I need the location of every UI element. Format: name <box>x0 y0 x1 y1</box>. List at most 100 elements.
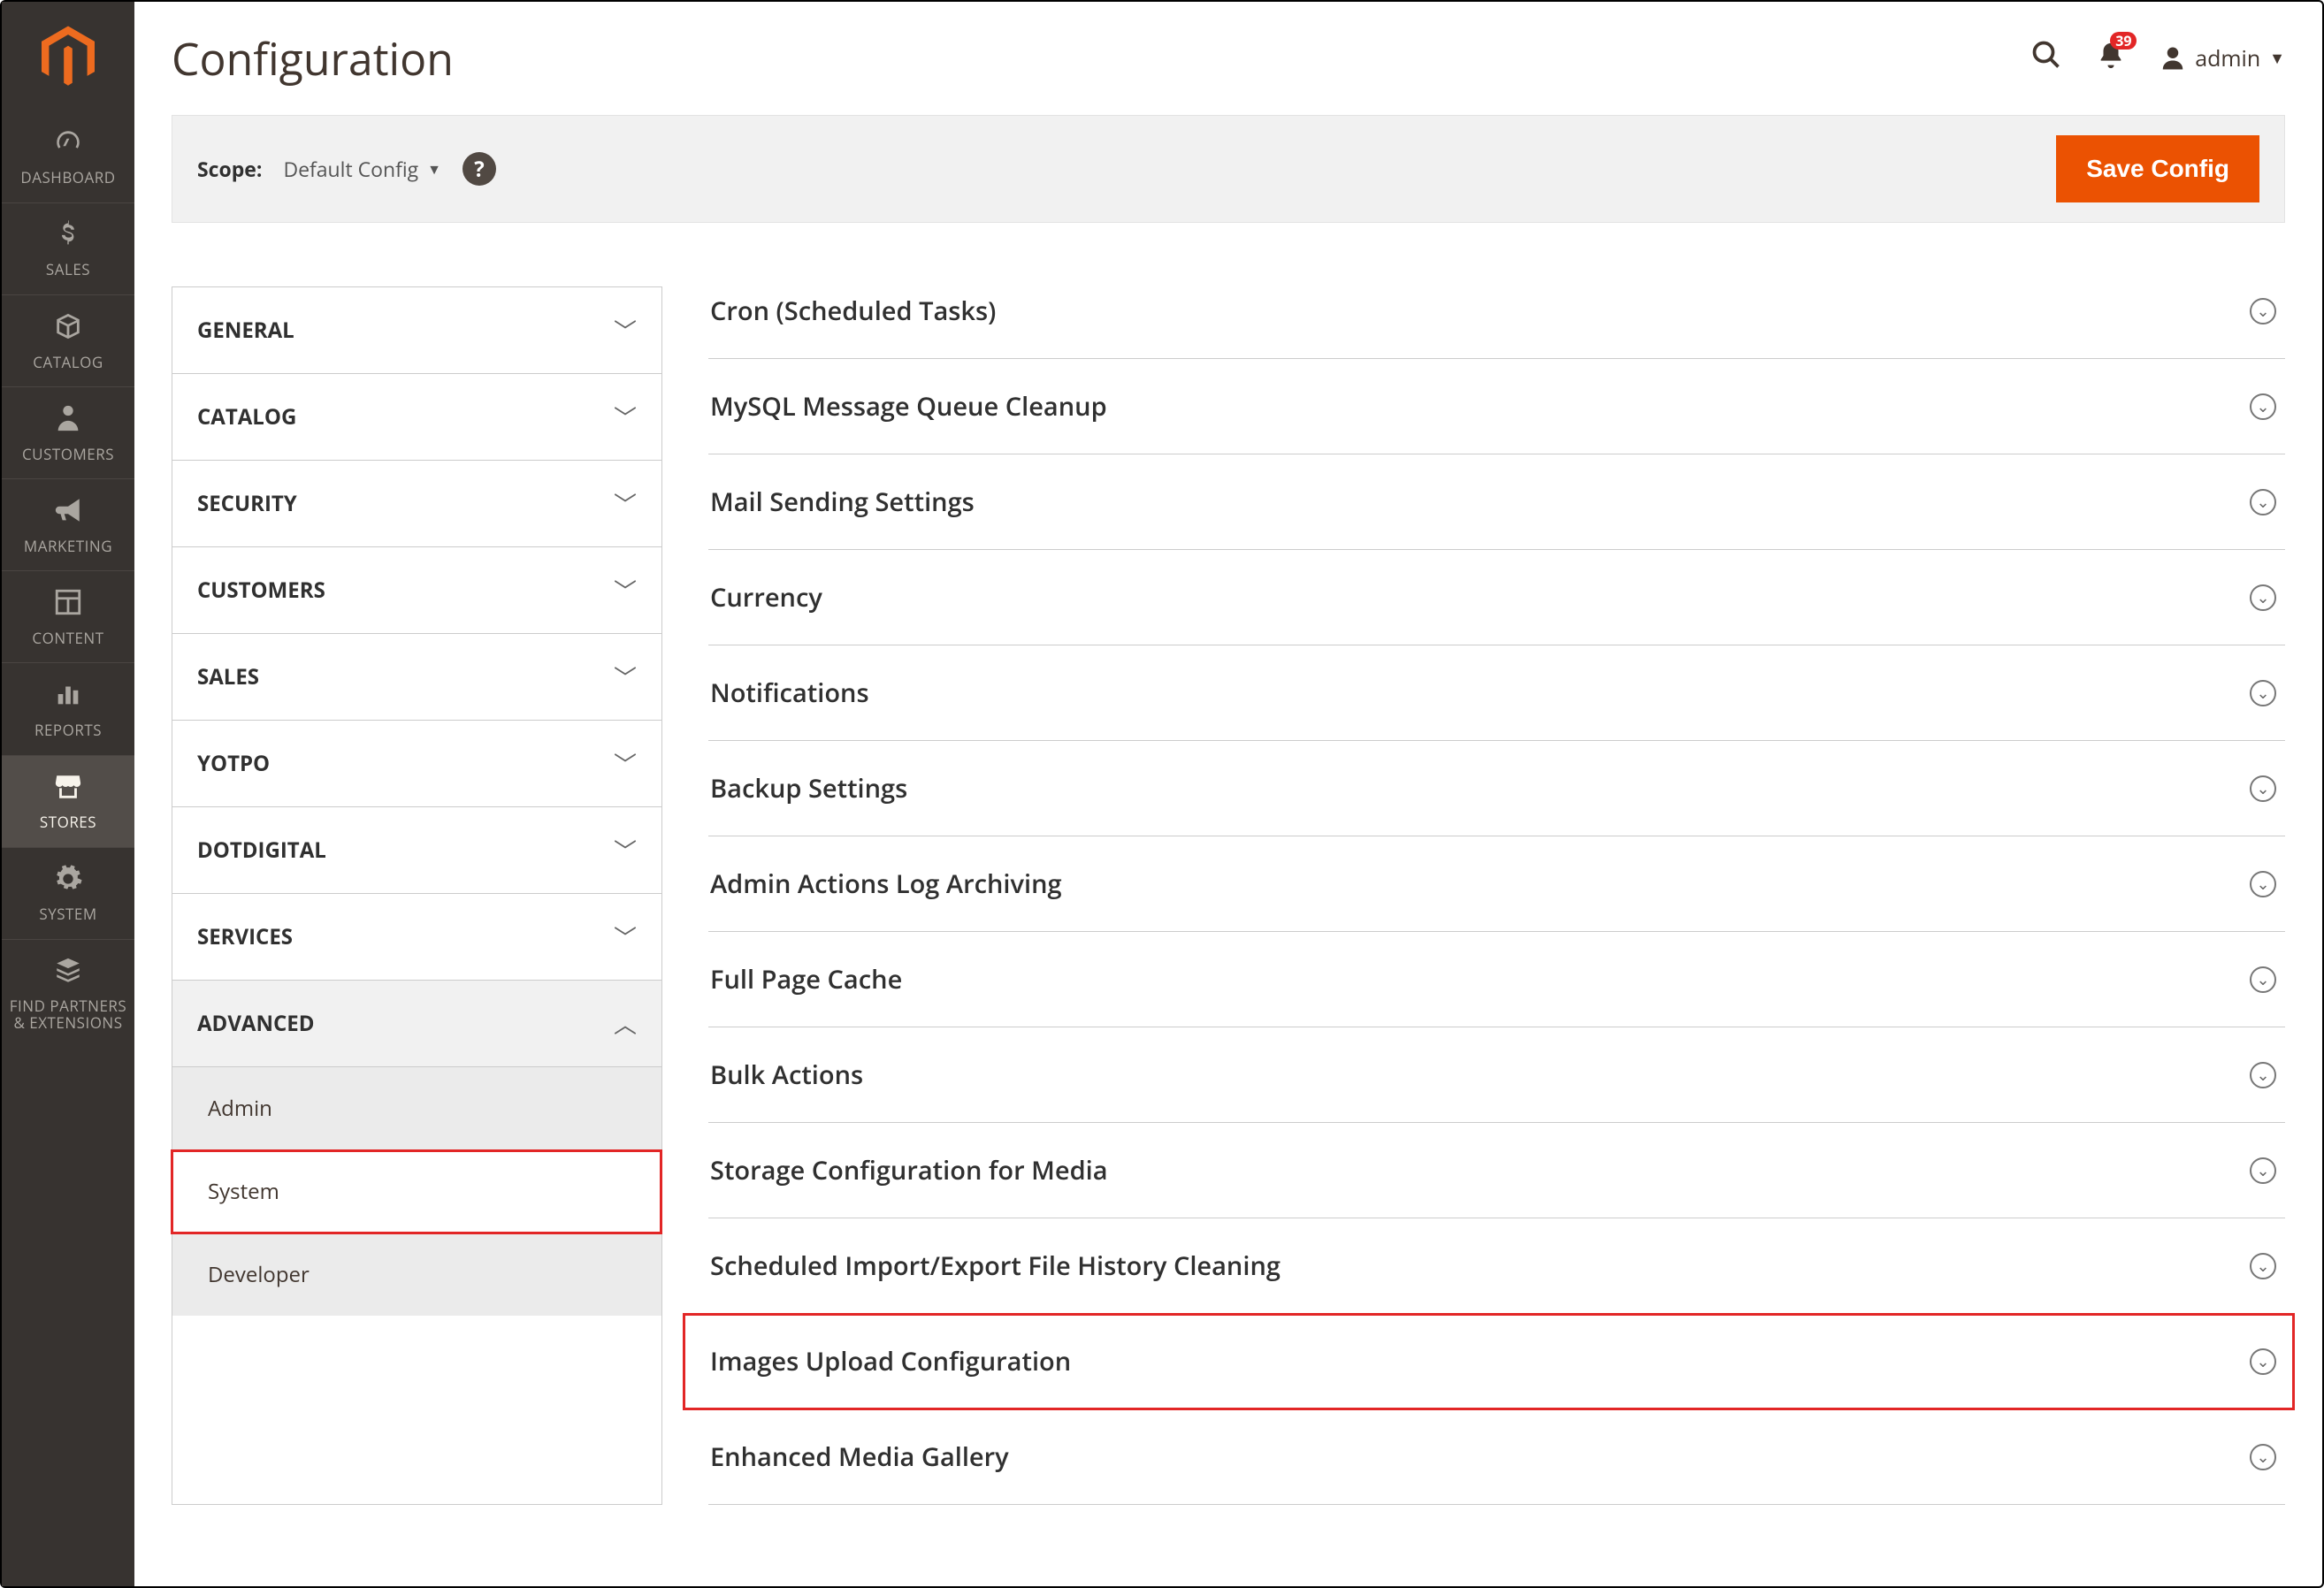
section-title: Bulk Actions <box>710 1057 863 1092</box>
scope-selector[interactable]: Default Config ▼ <box>283 155 441 183</box>
chevron-down-icon: ﹀ <box>614 314 637 347</box>
expand-icon: ⌄ <box>2250 871 2276 897</box>
section-title: Currency <box>710 580 822 615</box>
expand-icon: ⌄ <box>2250 1348 2276 1375</box>
section-scheduled-import-export-file-history-cleaning[interactable]: Scheduled Import/Export File History Cle… <box>708 1218 2285 1314</box>
dashboard-icon <box>53 127 83 163</box>
expand-icon: ⌄ <box>2250 1062 2276 1088</box>
config-tab-label: CUSTOMERS <box>197 576 325 605</box>
config-subitem-admin[interactable]: Admin <box>172 1067 661 1150</box>
config-tab-label: CATALOG <box>197 402 296 431</box>
section-bulk-actions[interactable]: Bulk Actions ⌄ <box>708 1027 2285 1123</box>
config-tab-label: YOTPO <box>197 749 270 778</box>
nav-item-content[interactable]: CONTENT <box>2 570 134 662</box>
section-currency[interactable]: Currency ⌄ <box>708 550 2285 645</box>
expand-icon: ⌄ <box>2250 966 2276 993</box>
nav-label: CONTENT <box>32 630 103 647</box>
section-admin-actions-log-archiving[interactable]: Admin Actions Log Archiving⌄ <box>708 836 2285 932</box>
storefront-icon <box>53 772 83 807</box>
section-title: Storage Configuration for Media <box>710 1153 1108 1187</box>
dollar-icon <box>53 219 83 255</box>
page-title: Configuration <box>172 28 454 88</box>
nav-item-catalog[interactable]: CATALOG <box>2 294 134 386</box>
nav-label: MARKETING <box>24 538 112 555</box>
page-header: Configuration 39 admin ▼ <box>172 19 2285 115</box>
help-icon[interactable]: ? <box>463 152 496 186</box>
config-tab-catalog[interactable]: CATALOG ﹀ <box>172 374 661 461</box>
nav-item-sales[interactable]: SALES <box>2 202 134 294</box>
section-backup-settings[interactable]: Backup Settings ⌄ <box>708 741 2285 836</box>
chevron-down-icon: ﹀ <box>614 920 637 953</box>
section-mail-sending-settings[interactable]: Mail Sending Settings⌄ <box>708 454 2285 550</box>
section-storage-configuration-for-media[interactable]: Storage Configuration for Media ⌄ <box>708 1123 2285 1218</box>
config-tab-dotdigital[interactable]: DOTDIGITAL﹀ <box>172 807 661 894</box>
nav-label: CATALOG <box>33 355 103 371</box>
nav-label: STORES <box>40 814 96 831</box>
config-tab-label: DOTDIGITAL <box>197 836 326 865</box>
save-config-button[interactable]: Save Config <box>2056 135 2259 202</box>
bars-icon <box>53 679 83 714</box>
chevron-down-icon: ﹀ <box>614 401 637 433</box>
user-menu[interactable]: admin ▼ <box>2160 43 2285 73</box>
chevron-down-icon: ﹀ <box>614 747 637 780</box>
nav-label: FIND PARTNERS & EXTENSIONS <box>5 998 131 1031</box>
config-tab-customers[interactable]: CUSTOMERS ﹀ <box>172 547 661 634</box>
nav-label: SALES <box>46 262 90 279</box>
nav-item-reports[interactable]: REPORTS <box>2 662 134 754</box>
scope-value: Default Config <box>283 155 418 183</box>
nav-label: CUSTOMERS <box>22 447 114 463</box>
scope-label: Scope: <box>197 155 262 183</box>
stack-icon <box>53 956 83 991</box>
config-tab-sales[interactable]: SALES ﹀ <box>172 634 661 721</box>
expand-icon: ⌄ <box>2250 393 2276 420</box>
admin-sidebar: DASHBOARD SALES CATALOG CUSTOMERS MARKETING C… <box>2 2 134 1586</box>
chevron-down-icon: ﹀ <box>614 660 637 693</box>
expand-icon: ⌄ <box>2250 584 2276 611</box>
config-tab-security[interactable]: SECURITY﹀ <box>172 461 661 547</box>
magento-logo[interactable] <box>2 2 134 111</box>
config-tab-label: SALES <box>197 662 259 691</box>
chevron-down-icon: ﹀ <box>614 574 637 607</box>
expand-icon: ⌄ <box>2250 1157 2276 1184</box>
nav-item-stores[interactable]: STORES <box>2 755 134 847</box>
config-sections: Cron (Scheduled Tasks)⌄MySQL Message Que… <box>708 286 2285 1505</box>
section-full-page-cache[interactable]: Full Page Cache ⌄ <box>708 932 2285 1027</box>
header-actions: 39 admin ▼ <box>2030 37 2285 80</box>
nav-item-system[interactable]: SYSTEM <box>2 847 134 939</box>
nav-item-customers[interactable]: CUSTOMERS <box>2 386 134 478</box>
section-title: Cron (Scheduled Tasks) <box>710 294 996 328</box>
scope-bar: Scope: Default Config ▼ ? Save Config <box>172 115 2285 223</box>
section-title: Full Page Cache <box>710 962 902 996</box>
nav-label: DASHBOARD <box>20 170 115 187</box>
config-subitem-developer[interactable]: Developer <box>172 1233 661 1316</box>
search-icon[interactable] <box>2030 37 2062 80</box>
section-title: Images Upload Configuration <box>710 1344 1071 1378</box>
section-images-upload-configuration[interactable]: Images Upload Configuration ⌄ <box>684 1314 2294 1409</box>
chevron-up-icon: ︿ <box>614 1007 637 1040</box>
config-tab-label: ADVANCED <box>197 1009 315 1038</box>
section-cron-scheduled-tasks-[interactable]: Cron (Scheduled Tasks) ⌄ <box>708 286 2285 359</box>
notification-badge: 39 <box>2110 32 2137 50</box>
section-title: Backup Settings <box>710 771 907 805</box>
section-title: Enhanced Media Gallery <box>710 1439 1009 1474</box>
nav-item-marketing[interactable]: MARKETING <box>2 478 134 570</box>
section-enhanced-media-gallery[interactable]: Enhanced Media Gallery ⌄ <box>708 1409 2285 1505</box>
expand-icon: ⌄ <box>2250 298 2276 324</box>
config-tab-services[interactable]: SERVICES﹀ <box>172 894 661 981</box>
expand-icon: ⌄ <box>2250 1253 2276 1279</box>
expand-icon: ⌄ <box>2250 489 2276 515</box>
nav-item-find-partners-extensions[interactable]: FIND PARTNERS & EXTENSIONS <box>2 939 134 1048</box>
notifications-icon[interactable]: 39 <box>2096 37 2126 80</box>
config-tab-yotpo[interactable]: YOTPO ﹀ <box>172 721 661 807</box>
expand-icon: ⌄ <box>2250 775 2276 802</box>
section-title: Notifications <box>710 676 869 710</box>
expand-icon: ⌄ <box>2250 1444 2276 1470</box>
config-subitem-system[interactable]: System <box>172 1150 661 1233</box>
box-icon <box>53 311 83 347</box>
nav-item-dashboard[interactable]: DASHBOARD <box>2 111 134 202</box>
section-notifications[interactable]: Notifications⌄ <box>708 645 2285 741</box>
section-mysql-message-queue-cleanup[interactable]: MySQL Message Queue Cleanup⌄ <box>708 359 2285 454</box>
caret-down-icon: ▼ <box>2269 48 2285 69</box>
config-tab-general[interactable]: GENERAL﹀ <box>172 287 661 374</box>
config-tab-advanced[interactable]: ADVANCED ︿ <box>172 981 661 1067</box>
